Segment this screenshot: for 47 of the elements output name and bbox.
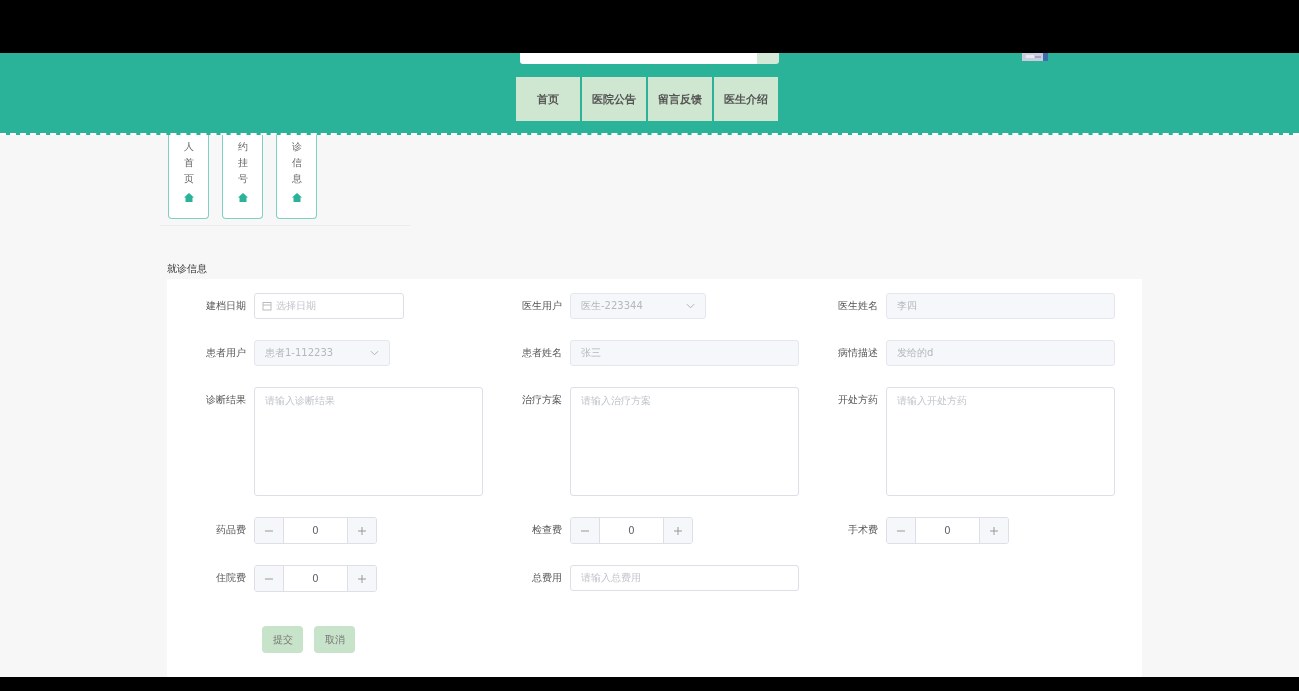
side-menu-card[interactable]: 人首页 (168, 135, 209, 219)
field-label: 治疗方案 (521, 393, 563, 407)
field-label: 医生姓名 (837, 299, 879, 313)
decrement-button[interactable] (571, 518, 599, 543)
field-label: 住院费 (215, 571, 247, 585)
plus-icon (673, 525, 683, 536)
section-title: 就诊信息 (167, 262, 208, 276)
home-icon (291, 193, 302, 202)
side-menu-card[interactable]: 诊信息 (276, 135, 317, 219)
field-label: 建档日期 (205, 299, 247, 313)
field-label: 病情描述 (837, 346, 879, 360)
decrement-button[interactable] (255, 566, 283, 591)
field-label: 患者姓名 (521, 346, 563, 360)
nav-link[interactable]: 医生介绍 (714, 77, 778, 121)
side-menu-card[interactable]: 约挂号 (222, 135, 263, 219)
chevron-icon (370, 350, 379, 356)
field-label: 患者用户 (205, 346, 247, 360)
decrement-button[interactable] (887, 518, 915, 543)
cancel-button[interactable]: 取消 (314, 626, 355, 653)
increment-button[interactable] (980, 518, 1008, 543)
field-label: 药品费 (215, 523, 247, 537)
plus-icon (357, 525, 367, 536)
nav-link[interactable]: 医院公告 (582, 77, 646, 121)
calendar-icon (262, 301, 272, 311)
chevron-icon (686, 303, 695, 309)
field-label: 检查费 (531, 523, 563, 537)
field-label: 手术费 (847, 523, 879, 537)
nav-link[interactable]: 首页 (516, 77, 580, 121)
search-button[interactable] (757, 53, 779, 64)
plus-icon (357, 573, 367, 584)
menu-label: 人首页 (183, 140, 194, 186)
home-icon (183, 193, 194, 202)
home-icon (237, 193, 248, 202)
nav-link[interactable]: 留言反馈 (648, 77, 712, 121)
submit-button[interactable]: 提交 (262, 626, 303, 653)
field-label: 诊断结果 (205, 393, 247, 407)
plus-icon (989, 525, 999, 536)
field-label: 开处方药 (837, 393, 879, 407)
search-field[interactable] (520, 53, 757, 64)
increment-button[interactable] (664, 518, 692, 543)
field-label: 总费用 (531, 571, 563, 585)
increment-button[interactable] (348, 566, 376, 591)
increment-button[interactable] (348, 518, 376, 543)
field-label: 医生用户 (521, 299, 563, 313)
menu-label: 诊信息 (291, 140, 302, 186)
menu-label: 约挂号 (237, 140, 248, 186)
decrement-button[interactable] (255, 518, 283, 543)
